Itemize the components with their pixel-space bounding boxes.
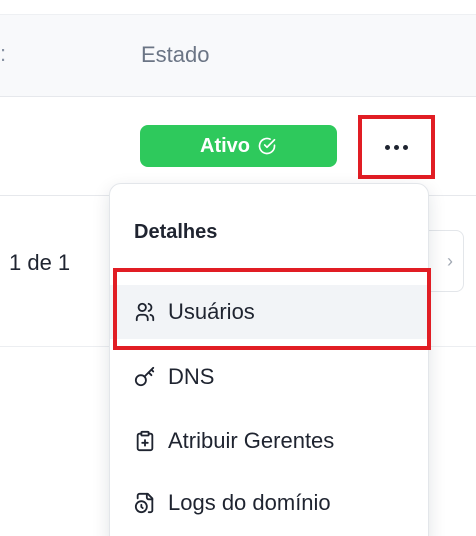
menu-item-dns-label: DNS <box>168 364 215 389</box>
status-badge: Ativo <box>140 125 337 167</box>
clipboard-plus-icon <box>136 430 154 452</box>
actions-dropdown-menu: Detalhes Usuários DNS Atribuir Gerentes <box>109 183 429 536</box>
menu-item-assign-managers[interactable]: Atribuir Gerentes <box>110 414 428 468</box>
menu-item-users-label: Usuários <box>168 299 255 324</box>
menu-item-users[interactable]: Usuários <box>110 285 428 339</box>
users-icon <box>135 302 155 322</box>
check-circle-icon <box>258 137 276 155</box>
header-previous-column: : <box>0 41 7 66</box>
key-icon <box>134 366 155 387</box>
more-actions-button[interactable] <box>358 115 435 179</box>
file-clock-icon <box>134 492 154 514</box>
menu-item-assign-managers-label: Atribuir Gerentes <box>168 428 335 453</box>
pagination-text: 1 de 1 <box>9 250 71 275</box>
header-status-column: Estado <box>141 42 210 67</box>
table-header-row <box>0 15 476 97</box>
menu-heading: Detalhes <box>134 221 218 243</box>
menu-item-domain-logs[interactable]: Logs do domínio <box>110 476 428 530</box>
status-badge-label: Ativo <box>200 134 250 157</box>
ellipsis-icon <box>385 144 408 150</box>
chevron-right-icon: › <box>447 250 453 271</box>
menu-item-domain-logs-label: Logs do domínio <box>168 490 331 515</box>
menu-item-dns[interactable]: DNS <box>110 350 428 404</box>
